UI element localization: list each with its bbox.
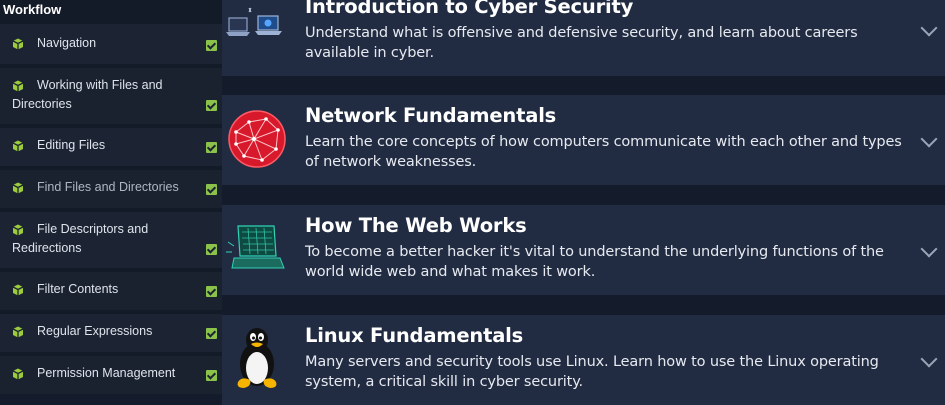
sidebar-title: Workflow	[3, 2, 62, 17]
sidebar-item-file-descriptors[interactable]: File Descriptors and Redirections	[0, 212, 222, 268]
check-icon	[206, 142, 217, 153]
check-icon	[206, 100, 217, 111]
sidebar-item-label: Navigation	[37, 36, 97, 50]
module-card-network-fundamentals[interactable]: Network Fundamentals Learn the core conc…	[222, 95, 945, 185]
chevron-down-icon[interactable]	[920, 240, 938, 258]
sidebar-item-label: Find Files and Directories	[37, 180, 179, 194]
sidebar-item-files-directories[interactable]: Working with Files and Directories	[0, 68, 222, 124]
module-description: Many servers and security tools use Linu…	[305, 354, 879, 390]
module-card-how-web-works[interactable]: How The Web Works To become a better hac…	[222, 205, 945, 295]
linux-penguin-icon	[237, 328, 277, 388]
module-title[interactable]: How The Web Works	[305, 214, 527, 237]
sidebar-item-label: Working with Files and Directories	[12, 78, 163, 111]
sidebar-item-label: Filter Contents	[37, 282, 119, 296]
module-card-linux-fundamentals[interactable]: Linux Fundamentals Many servers and secu…	[222, 315, 945, 405]
module-title[interactable]: Introduction to Cyber Security	[305, 0, 633, 18]
network-globe-icon	[228, 110, 286, 168]
module-title[interactable]: Network Fundamentals	[305, 104, 556, 127]
sidebar-item-regular-expressions[interactable]: Regular Expressions	[0, 314, 222, 352]
sidebar-item-label: File Descriptors and Redirections	[12, 222, 149, 255]
sidebar-item-filter-contents[interactable]: Filter Contents	[0, 272, 222, 310]
chevron-down-icon[interactable]	[920, 130, 938, 148]
check-icon	[206, 40, 217, 51]
check-icon	[206, 244, 217, 255]
module-description: Learn the core concepts of how computers…	[305, 134, 902, 170]
sidebar-item-editing-files[interactable]: Editing Files	[0, 128, 222, 166]
check-icon	[206, 370, 217, 381]
module-title[interactable]: Linux Fundamentals	[305, 324, 523, 347]
module-description: Understand what is offensive and defensi…	[305, 25, 858, 61]
module-card-intro-cyber-security[interactable]: Introduction to Cyber Security Understan…	[222, 0, 945, 76]
sidebar-item-label: Permission Management	[37, 366, 176, 380]
check-icon	[206, 184, 217, 195]
laptops-icon	[226, 7, 282, 36]
sidebar-item-label: Editing Files	[37, 138, 106, 152]
module-description: To become a better hacker it's vital to …	[305, 244, 884, 280]
check-icon	[206, 328, 217, 339]
sidebar-item-label: Regular Expressions	[37, 324, 153, 338]
module-list: Introduction to Cyber Security Understan…	[222, 0, 945, 405]
check-icon	[206, 286, 217, 297]
chevron-down-icon[interactable]	[920, 19, 938, 37]
sidebar-item-permission-management[interactable]: Permission Management	[0, 356, 222, 394]
chevron-down-icon[interactable]	[920, 350, 938, 368]
sidebar-item-navigation[interactable]: Navigation	[0, 24, 222, 64]
web-laptop-icon	[226, 225, 285, 269]
sidebar-item-find-files[interactable]: Find Files and Directories	[0, 170, 222, 208]
sidebar: Workflow Navigation Working with Files a…	[0, 0, 222, 394]
